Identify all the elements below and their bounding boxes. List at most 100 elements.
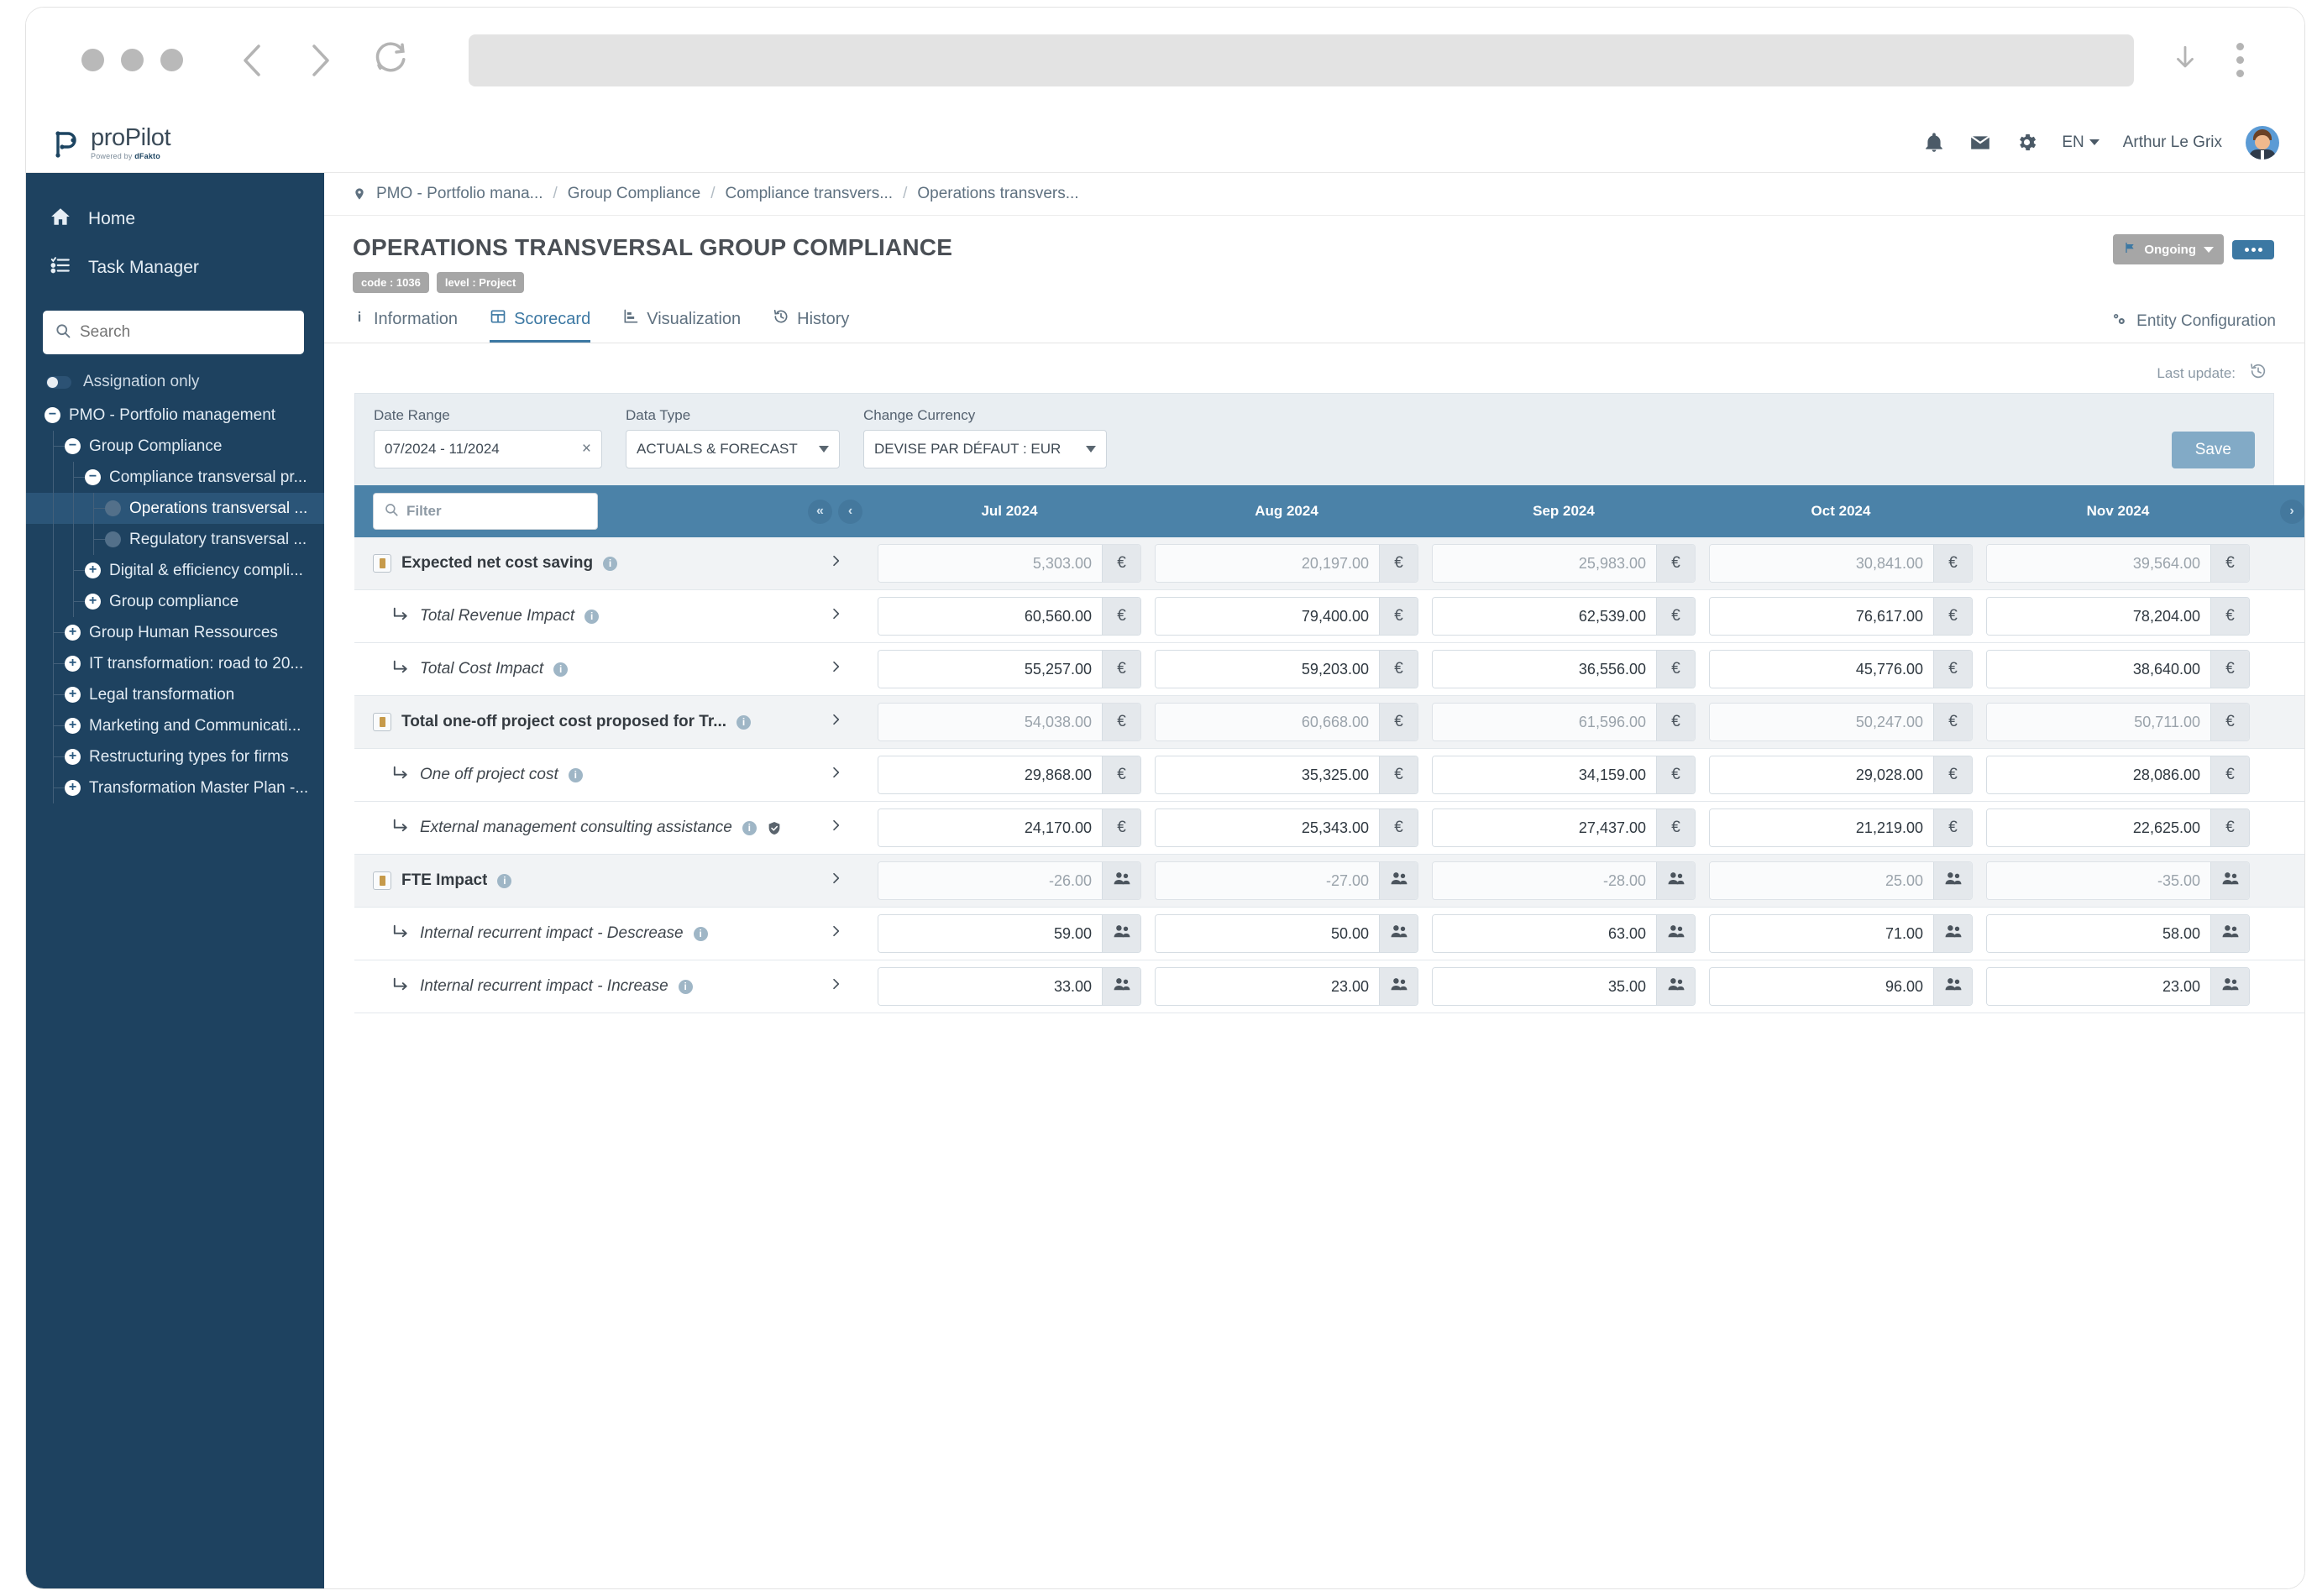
value-input[interactable]: 58.00 (1987, 915, 2210, 952)
sidebar-tree-item[interactable]: + Marketing and Communicati... (26, 710, 324, 741)
value-cell[interactable]: 22,625.00 € (1979, 801, 2257, 855)
value-input[interactable]: 38,640.00 (1987, 651, 2210, 688)
value-cell[interactable]: 24,170.00 € (871, 801, 1148, 855)
row-expand-cell[interactable] (799, 642, 871, 696)
sidebar-tree-item[interactable]: Operations transversal ... (26, 493, 324, 524)
window-controls[interactable] (81, 49, 183, 71)
tree-expand-icon[interactable]: + (65, 625, 81, 641)
value-cell[interactable]: 45,776.00 € (1702, 642, 1979, 696)
info-icon[interactable]: i (553, 662, 569, 677)
value-input[interactable]: 59,203.00 (1156, 651, 1379, 688)
kebab-menu-icon[interactable] (2236, 43, 2244, 77)
value-cell[interactable]: 23.00 (1148, 960, 1425, 1013)
save-button[interactable]: Save (2171, 432, 2255, 468)
value-cell[interactable]: 35,325.00 € (1148, 748, 1425, 802)
sidebar-tree-item[interactable]: Regulatory transversal ... (26, 524, 324, 555)
value-cell[interactable]: 35.00 (1425, 960, 1702, 1013)
value-input[interactable]: 30,841.00 (1710, 545, 1933, 582)
column-header-0[interactable]: Jul 2024 (871, 485, 1148, 537)
chevron-right-icon[interactable] (829, 767, 842, 785)
value-input[interactable]: 61,596.00 (1433, 704, 1656, 740)
sidebar-tree-item[interactable]: + Legal transformation (26, 679, 324, 710)
row-expand-cell[interactable] (799, 854, 871, 908)
value-cell[interactable]: 54,038.00 € (871, 695, 1148, 749)
value-input[interactable]: 22,625.00 (1987, 809, 2210, 846)
value-cell[interactable]: 71.00 (1702, 907, 1979, 960)
column-header-1[interactable]: Aug 2024 (1148, 485, 1425, 537)
history-icon[interactable] (2249, 362, 2267, 385)
value-cell[interactable]: 36,556.00 € (1425, 642, 1702, 696)
date-range-input[interactable]: 07/2024 - 11/2024 × (374, 430, 602, 468)
value-input[interactable]: 36,556.00 (1433, 651, 1656, 688)
value-input[interactable]: 24,170.00 (878, 809, 1102, 846)
value-input[interactable]: 23.00 (1156, 968, 1379, 1005)
sidebar-search[interactable] (43, 311, 304, 354)
breadcrumb-item-2[interactable]: Compliance transvers... (726, 185, 894, 203)
row-expand-cell[interactable] (799, 589, 871, 643)
tree-expand-icon[interactable]: + (85, 563, 101, 578)
value-cell[interactable]: 27,437.00 € (1425, 801, 1702, 855)
value-cell[interactable]: 29,868.00 € (871, 748, 1148, 802)
value-cell[interactable]: 25,983.00 € (1425, 537, 1702, 590)
value-cell[interactable]: 28,086.00 € (1979, 748, 2257, 802)
value-cell[interactable]: 34,159.00 € (1425, 748, 1702, 802)
info-icon[interactable]: i (497, 873, 512, 888)
tree-expand-icon[interactable]: + (65, 780, 81, 796)
value-input[interactable]: 63.00 (1433, 915, 1656, 952)
info-icon[interactable]: i (603, 556, 618, 571)
sidebar-tree-item[interactable]: + IT transformation: road to 20... (26, 648, 324, 679)
row-expand-cell[interactable] (799, 801, 871, 855)
value-input[interactable]: 39,564.00 (1987, 545, 2210, 582)
tree-expand-icon[interactable]: + (65, 718, 81, 734)
assignation-toggle-row[interactable]: Assignation only (26, 354, 324, 395)
double-chevron-left-icon[interactable]: « (808, 499, 832, 524)
value-input[interactable]: 62,539.00 (1433, 598, 1656, 635)
row-expand-cell[interactable] (799, 695, 871, 749)
row-expand-cell[interactable] (799, 537, 871, 590)
value-input[interactable]: -26.00 (878, 862, 1102, 899)
value-cell[interactable]: 50.00 (1148, 907, 1425, 960)
value-cell[interactable]: 5,303.00 € (871, 537, 1148, 590)
value-cell[interactable]: 55,257.00 € (871, 642, 1148, 696)
value-input[interactable]: 60,668.00 (1156, 704, 1379, 740)
value-input[interactable]: 96.00 (1710, 968, 1933, 1005)
tree-leaf-dot-icon[interactable] (105, 531, 121, 547)
value-input[interactable]: 23.00 (1987, 968, 2210, 1005)
tree-collapse-icon[interactable]: − (45, 407, 60, 423)
tree-expand-icon[interactable]: + (65, 656, 81, 672)
tab-scorecard[interactable]: Scorecard (490, 308, 591, 343)
column-header-4[interactable]: Nov 2024 (1979, 485, 2257, 537)
back-icon[interactable] (239, 41, 267, 80)
value-cell[interactable]: 58.00 (1979, 907, 2257, 960)
value-input[interactable]: 54,038.00 (878, 704, 1102, 740)
tree-leaf-dot-icon[interactable] (105, 500, 121, 516)
reload-icon[interactable] (373, 40, 408, 80)
propilot-logo[interactable]: proPilot Powered by dFakto (48, 125, 171, 160)
value-cell[interactable]: 38,640.00 € (1979, 642, 2257, 696)
value-cell[interactable]: -26.00 (871, 854, 1148, 908)
data-type-select[interactable]: ACTUALS & FORECAST (626, 430, 840, 468)
sidebar-tree-item[interactable]: − Group Compliance (26, 431, 324, 462)
user-name[interactable]: Arthur Le Grix (2123, 133, 2222, 152)
envelope-icon[interactable] (1968, 132, 1992, 154)
value-cell[interactable]: 33.00 (871, 960, 1148, 1013)
row-expand-cell[interactable] (799, 907, 871, 960)
value-cell[interactable]: 39,564.00 € (1979, 537, 2257, 590)
value-input[interactable]: 59.00 (878, 915, 1102, 952)
chevron-right-icon[interactable] (829, 714, 842, 732)
search-input[interactable] (80, 323, 292, 342)
info-icon[interactable]: i (693, 926, 708, 941)
row-expand-cell[interactable] (799, 748, 871, 802)
value-input[interactable]: 29,028.00 (1710, 756, 1933, 793)
sidebar-item-home[interactable]: Home (26, 195, 324, 243)
value-cell[interactable]: 23.00 (1979, 960, 2257, 1013)
sidebar-tree-item[interactable]: − Compliance transversal pr... (26, 462, 324, 493)
value-input[interactable]: 45,776.00 (1710, 651, 1933, 688)
sidebar-tree-item[interactable]: + Digital & efficiency compli... (26, 555, 324, 586)
value-cell[interactable]: 20,197.00 € (1148, 537, 1425, 590)
value-cell[interactable]: 50,247.00 € (1702, 695, 1979, 749)
forward-icon[interactable] (306, 41, 334, 80)
address-bar[interactable] (469, 34, 2134, 86)
value-input[interactable]: 25.00 (1710, 862, 1933, 899)
tab-information[interactable]: Information (353, 308, 458, 343)
